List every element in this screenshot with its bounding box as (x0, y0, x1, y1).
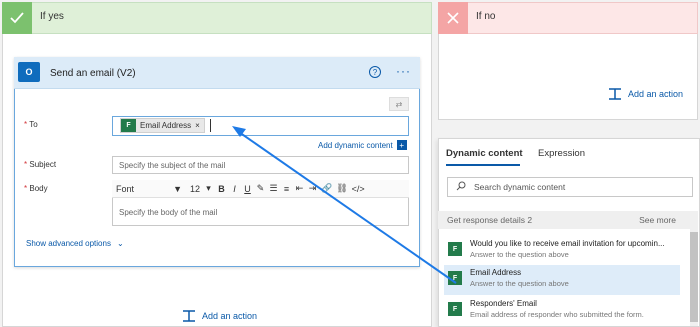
add-action-icon (183, 310, 195, 322)
body-toolbar: Font ▼ 12 ▾ B I U ✎ ☰ ≡ ⇤ ⇥ 🔗 ⛓ </> (112, 180, 409, 198)
search-placeholder: Search dynamic content (474, 182, 566, 192)
code-view-icon[interactable]: </> (352, 184, 365, 194)
link-icon[interactable]: 🔗 (321, 183, 332, 194)
list-item[interactable]: F Responders' Email Email address of res… (444, 296, 680, 326)
scrollbar-thumb[interactable] (690, 232, 698, 322)
more-options-icon[interactable]: ··· (396, 64, 411, 78)
subject-input[interactable]: Specify the subject of the mail (112, 156, 409, 174)
pen-icon[interactable]: ✎ (256, 183, 265, 194)
bullet-list-icon[interactable]: ☰ (269, 183, 278, 194)
font-select[interactable]: Font ▼ (116, 184, 186, 194)
underline-button[interactable]: U (243, 184, 252, 194)
tab-expression[interactable]: Expression (538, 148, 585, 159)
forms-icon: F (448, 302, 462, 316)
dynamic-search-input[interactable]: Search dynamic content (447, 177, 693, 197)
to-label: * To (24, 120, 38, 129)
search-icon (456, 181, 466, 193)
font-value: Font (116, 183, 135, 194)
body-label: * Body (24, 184, 48, 193)
remove-token-icon[interactable]: × (195, 121, 200, 130)
if-yes-title: If yes (40, 11, 64, 22)
bold-button[interactable]: B (217, 184, 226, 194)
show-advanced-label: Show advanced options (26, 239, 111, 248)
card-title: Send an email (V2) (50, 68, 136, 79)
item-title: Would you like to receive email invitati… (470, 239, 665, 248)
add-action-label: Add an action (202, 311, 258, 321)
numbered-list-icon[interactable]: ≡ (282, 184, 291, 194)
outlook-icon: O (18, 62, 40, 82)
show-advanced-options[interactable]: Show advanced options ⌄ (26, 239, 124, 248)
item-desc: Answer to the question above (470, 250, 569, 259)
subject-label: * Subject (24, 160, 56, 169)
active-tab-indicator (446, 164, 520, 166)
add-action-icon (609, 88, 621, 100)
size-dropdown-icon[interactable]: ▾ (204, 183, 213, 194)
help-icon[interactable]: ? (369, 66, 381, 78)
required-marker: * (24, 160, 28, 169)
list-item[interactable]: F Would you like to receive email invita… (444, 236, 680, 266)
close-icon (438, 2, 468, 34)
font-size-select[interactable]: 12 (190, 184, 200, 194)
chevron-down-icon: ⌄ (116, 239, 124, 248)
unlink-icon[interactable]: ⛓ (336, 183, 347, 194)
if-yes-header[interactable] (2, 2, 432, 34)
item-title: Email Address (470, 268, 522, 277)
required-marker: * (24, 184, 28, 193)
add-dynamic-label: Add dynamic content (318, 140, 393, 150)
section-header: Get response details 2 See more (438, 211, 694, 229)
item-desc: Email address of responder who submitted… (470, 310, 644, 319)
text-caret (210, 119, 211, 132)
indent-icon[interactable]: ⇥ (308, 183, 317, 194)
body-label-text: Body (29, 184, 48, 193)
section-title: Get response details 2 (447, 215, 533, 225)
email-address-token[interactable]: F Email Address × (120, 118, 205, 133)
add-action-label: Add an action (628, 89, 684, 99)
tab-dynamic-content[interactable]: Dynamic content (446, 148, 523, 159)
item-desc: Answer to the question above (470, 279, 569, 288)
see-more-link[interactable]: See more (639, 215, 676, 225)
forms-icon: F (448, 242, 462, 256)
token-label: Email Address (140, 121, 192, 130)
list-item-selected[interactable]: F Email Address Answer to the question a… (444, 265, 680, 295)
required-marker: * (24, 120, 28, 129)
to-label-text: To (29, 120, 38, 129)
check-icon (2, 2, 32, 34)
plus-icon: + (396, 140, 407, 150)
dropdown-arrow-icon: ▼ (173, 183, 182, 194)
add-action-button-yes[interactable]: Add an action (182, 310, 257, 322)
add-dynamic-content-link[interactable]: Add dynamic content + (318, 140, 407, 150)
outdent-icon[interactable]: ⇤ (295, 183, 304, 194)
forms-icon: F (121, 119, 136, 132)
item-title: Responders' Email (470, 299, 537, 308)
swap-icon[interactable]: ⇄ (389, 97, 409, 111)
body-placeholder: Specify the body of the mail (119, 208, 218, 217)
italic-button[interactable]: I (230, 184, 239, 194)
subject-label-text: Subject (29, 160, 57, 169)
forms-icon: F (448, 271, 462, 285)
if-no-title: If no (476, 11, 496, 22)
add-action-button-no[interactable]: Add an action (608, 88, 683, 100)
